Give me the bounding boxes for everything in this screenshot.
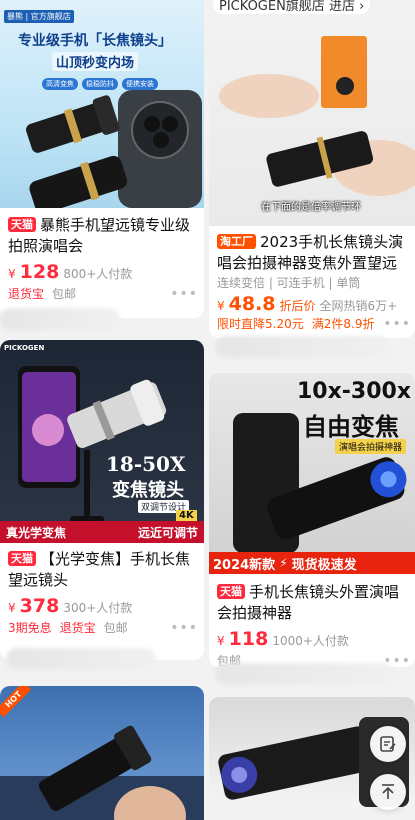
product-image[interactable]: PICKOGEN 18-50X 变焦镜头 双调节设计 4K 真光学变焦 远近可调… (0, 340, 204, 543)
stadium-telescope-photo (0, 725, 204, 820)
image-badge: 稳稳防抖 (82, 78, 118, 90)
taogongchang-tag: 淘工厂 (217, 234, 256, 249)
product-card[interactable]: PICKOGEN 18-50X 变焦镜头 双调节设计 4K 真光学变焦 远近可调… (0, 340, 204, 660)
image-headline: 18-50X (106, 452, 186, 476)
product-card[interactable]: 暴熊 | 官方旗舰店 专业级手机「长焦镜头」 山顶秒变内场 高清变焦 稳稳防抖 … (0, 0, 204, 318)
edit-note-icon (380, 736, 396, 752)
right-column: PICKOGEN旗舰店 进店 › 在下面的是倍率调节环 淘工厂 2023手机长焦镜… (209, 0, 415, 807)
blurred-placeholder (6, 648, 156, 670)
product-card[interactable]: HOT (0, 686, 204, 820)
arrow-up-icon (382, 784, 394, 799)
back-to-top-button[interactable] (370, 774, 406, 810)
banner-right-text: 现货极速发 (291, 557, 357, 573)
currency-symbol: ¥ (8, 601, 16, 615)
price: 378 (19, 595, 60, 617)
blurred-placeholder (215, 336, 391, 358)
phone-telescope-illustration (233, 413, 407, 553)
banner-left-text: 真光学变焦 (6, 525, 67, 540)
price: 128 (19, 261, 60, 283)
sales-count: 全网热销6万+ (319, 299, 398, 313)
lightning-icon: ⚡ (279, 556, 288, 570)
product-card[interactable]: 在下面的是倍率调节环 淘工厂 2023手机长焦镜头演唱会拍摄神器变焦外置望远 连续… (209, 26, 415, 338)
return-insurance-label: 退货宝 (8, 287, 45, 301)
discount-label: 折后价 (279, 299, 316, 313)
product-title[interactable]: 天猫 暴熊手机望远镜专业级拍照演唱会 (0, 215, 204, 257)
free-shipping-label: 包邮 (52, 287, 77, 301)
currency-symbol: ¥ (217, 299, 225, 313)
banner-right-text: 远近可调节 (137, 525, 198, 540)
price: 48.8 (228, 293, 276, 315)
image-bottom-banner: 2024新款 ⚡ 现货极速发 (209, 552, 415, 574)
price: 118 (228, 628, 269, 650)
currency-symbol: ¥ (8, 267, 16, 281)
promo-label: 限时直降5.20元 (217, 317, 304, 331)
banner-left-text: 2024新款 (213, 557, 276, 573)
free-shipping-label: 包邮 (103, 621, 128, 635)
video-caption: 在下面的是倍率调节环 (261, 202, 361, 213)
image-badge: 便携安装 (122, 78, 158, 90)
product-image[interactable]: 暴熊 | 官方旗舰店 专业级手机「长焦镜头」 山顶秒变内场 高清变焦 稳稳防抖 … (0, 0, 204, 208)
product-title[interactable]: 天猫 【光学变焦】手机长焦望远镜头 (0, 549, 204, 591)
currency-symbol: ¥ (217, 634, 225, 648)
image-subheadline: 山顶秒变内场 (52, 52, 139, 71)
store-link-text: PICKOGEN旗舰店 进店 › (213, 0, 371, 14)
hand-holding-monocular-photo (219, 36, 415, 196)
sales-count: 800+人付款 (63, 267, 133, 281)
feedback-button[interactable] (370, 726, 406, 762)
tmall-tag: 天猫 (8, 551, 36, 566)
product-image[interactable]: HOT (0, 686, 204, 820)
product-title[interactable]: 天猫 手机长焦镜头外置演唱会拍摄神器 (209, 582, 415, 624)
product-card[interactable]: 10x-300x 自由变焦 演唱会拍摄神器 2024新款 ⚡ 现货极速发 天猫手… (209, 373, 415, 667)
product-specs: 连续变倍 | 可连手机 | 单筒 (217, 276, 361, 290)
more-options-icon[interactable]: ••• (170, 620, 198, 636)
sales-count: 1000+人付款 (272, 634, 349, 648)
image-headline: 专业级手机「长焦镜头」 (18, 33, 172, 49)
product-title[interactable]: 淘工厂 2023手机长焦镜头演唱会拍摄神器变焦外置望远 (209, 232, 415, 274)
image-bottom-banner: 真光学变焦 远近可调节 (0, 521, 204, 543)
blurred-placeholder (0, 308, 120, 330)
phone-telescope-illustration (26, 90, 202, 208)
more-options-icon[interactable]: ••• (170, 286, 198, 302)
image-badge: 高清变焦 (42, 78, 78, 90)
promo-label: 满2件8.9折 (311, 317, 375, 331)
store-link[interactable]: PICKOGEN旗舰店 进店 › (209, 0, 415, 18)
sales-count: 300+人付款 (63, 601, 133, 615)
more-options-icon[interactable]: ••• (383, 316, 411, 332)
installment-label: 3期免息 (8, 621, 52, 635)
brand-badge: 暴熊 | 官方旗舰店 (4, 10, 74, 23)
product-image[interactable]: 在下面的是倍率调节环 (209, 26, 415, 226)
tmall-tag: 天猫 (217, 584, 245, 599)
image-subheadline: 变焦镜头 (112, 480, 184, 501)
tmall-tag: 天猫 (8, 217, 36, 232)
return-insurance-label: 退货宝 (59, 621, 96, 635)
blurred-placeholder (215, 663, 395, 685)
product-image[interactable]: 10x-300x 自由变焦 演唱会拍摄神器 2024新款 ⚡ 现货极速发 (209, 373, 415, 574)
left-column: 暴熊 | 官方旗舰店 专业级手机「长焦镜头」 山顶秒变内场 高清变焦 稳稳防抖 … (0, 0, 204, 820)
4k-badge: 4K (176, 510, 197, 521)
